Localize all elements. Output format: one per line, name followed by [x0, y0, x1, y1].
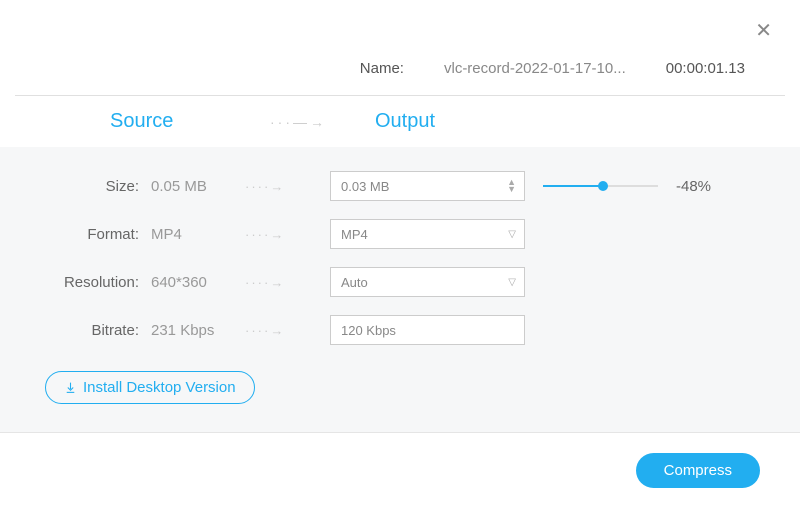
arrow-icon: ····→	[245, 323, 330, 338]
row-format: Format: MP4 ····→ MP4 ▽	[15, 219, 785, 249]
resolution-source-value: 640*360	[145, 274, 245, 291]
format-source-value: MP4	[145, 226, 245, 243]
size-output-stepper[interactable]: 0.03 MB ▲▼	[330, 171, 525, 201]
bitrate-label: Bitrate:	[15, 322, 145, 339]
install-desktop-button[interactable]: Install Desktop Version	[45, 371, 255, 404]
bitrate-output-value: 120 Kbps	[341, 323, 396, 338]
slider-thumb[interactable]	[598, 181, 608, 191]
arrow-icon: ····→	[245, 179, 330, 194]
resolution-output-value: Auto	[341, 275, 368, 290]
close-icon[interactable]: ✕	[755, 18, 772, 43]
column-output-label: Output	[375, 110, 435, 133]
arrow-icon: ···—→	[270, 114, 355, 130]
chevron-down-icon: ▽	[508, 229, 516, 240]
row-size: Size: 0.05 MB ····→ 0.03 MB ▲▼ -48%	[15, 171, 785, 201]
resolution-label: Resolution:	[15, 274, 145, 291]
slider-fill	[543, 185, 603, 187]
format-label: Format:	[15, 226, 145, 243]
column-source-label: Source	[110, 110, 270, 133]
size-output-value: 0.03 MB	[341, 179, 389, 194]
bitrate-output-input[interactable]: 120 Kbps	[330, 315, 525, 345]
row-resolution: Resolution: 640*360 ····→ Auto ▽	[15, 267, 785, 297]
size-slider-wrap: -48%	[543, 178, 711, 195]
row-bitrate: Bitrate: 231 Kbps ····→ 120 Kbps	[15, 315, 785, 345]
format-output-select[interactable]: MP4 ▽	[330, 219, 525, 249]
size-source-value: 0.05 MB	[145, 178, 245, 195]
header-row: Name: vlc-record-2022-01-17-10... 00:00:…	[0, 0, 800, 95]
arrow-icon: ····→	[245, 227, 330, 242]
format-output-value: MP4	[341, 227, 368, 242]
size-slider[interactable]	[543, 178, 658, 194]
main-panel: Size: 0.05 MB ····→ 0.03 MB ▲▼ -48% Form…	[0, 147, 800, 432]
stepper-icon[interactable]: ▲▼	[507, 179, 516, 193]
download-icon	[64, 381, 77, 394]
file-name: vlc-record-2022-01-17-10...	[444, 60, 626, 77]
column-headers: Source ···—→ Output	[15, 96, 785, 147]
install-label: Install Desktop Version	[83, 379, 236, 396]
size-percent: -48%	[676, 178, 711, 195]
chevron-down-icon: ▽	[508, 277, 516, 288]
arrow-icon: ····→	[245, 275, 330, 290]
duration: 00:00:01.13	[666, 60, 745, 77]
footer: Compress	[0, 433, 800, 488]
size-label: Size:	[15, 178, 145, 195]
bitrate-source-value: 231 Kbps	[145, 322, 245, 339]
name-label: Name:	[360, 60, 404, 77]
compress-button[interactable]: Compress	[636, 453, 760, 488]
resolution-output-select[interactable]: Auto ▽	[330, 267, 525, 297]
